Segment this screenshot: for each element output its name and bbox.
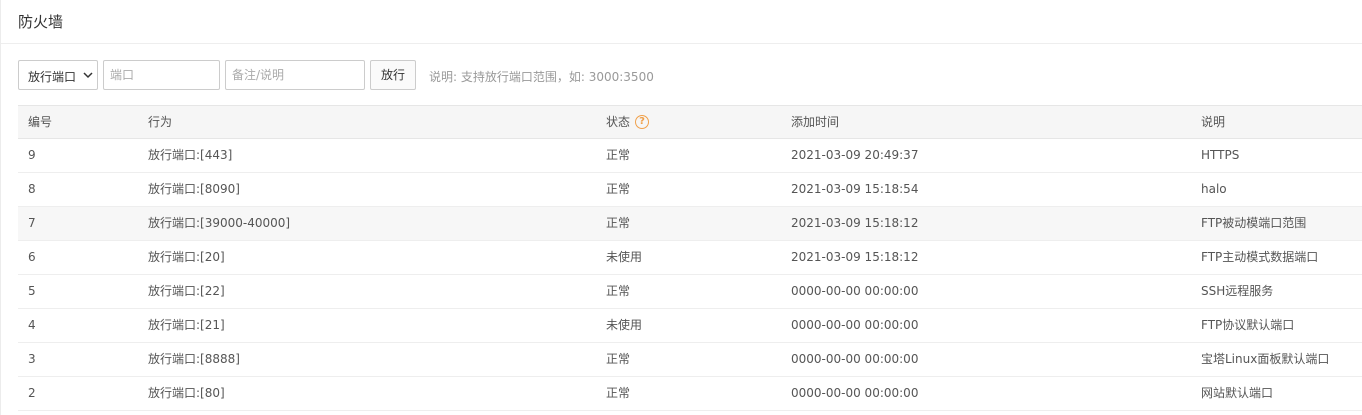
table-row[interactable]: 6 放行端口:[20] 未使用 2021-03-09 15:18:12 FTP主动模式数…: [18, 241, 1362, 275]
cell-added-time: 0000-00-00 00:00:00: [791, 284, 919, 298]
cell-status: 正常: [606, 216, 631, 230]
cell-id: 5: [28, 284, 36, 298]
cell-note: FTP被动模端口范围: [1201, 216, 1307, 230]
cell-note: FTP主动模式数据端口: [1201, 250, 1319, 264]
table-row[interactable]: 7 放行端口:[39000-40000] 正常 2021-03-09 15:18:12…: [18, 207, 1362, 241]
cell-id: 8: [28, 182, 36, 196]
cell-status: 正常: [606, 148, 631, 162]
cell-added-time: 2021-03-09 15:18:54: [791, 182, 919, 196]
cell-added-time: 0000-00-00 00:00:00: [791, 352, 919, 366]
action-select[interactable]: 放行端口: [18, 60, 98, 90]
cell-action: 放行端口:[22]: [148, 284, 225, 298]
cell-id: 7: [28, 216, 36, 230]
column-header-note: 说明: [1201, 115, 1226, 129]
cell-action: 放行端口:[39000-40000]: [148, 216, 291, 230]
table-row[interactable]: 8 放行端口:[8090] 正常 2021-03-09 15:18:54 halo: [18, 173, 1362, 207]
port-input[interactable]: [103, 60, 220, 90]
cell-action: 放行端口:[80]: [148, 386, 225, 400]
hint-text: 说明: 支持放行端口范围，如: 3000:3500: [429, 70, 654, 84]
table-body: 9 放行端口:[443] 正常 2021-03-09 20:49:37 HTTPS 8 放行…: [18, 139, 1362, 411]
column-header-action: 行为: [148, 115, 173, 129]
cell-status: 未使用: [606, 318, 643, 332]
page-title: 防火墙: [18, 13, 64, 31]
table-row[interactable]: 2 放行端口:[80] 正常 0000-00-00 00:00:00 网站默认端口: [18, 377, 1362, 411]
cell-id: 2: [28, 386, 36, 400]
cell-note: halo: [1201, 182, 1227, 196]
allow-button[interactable]: 放行: [370, 60, 416, 90]
cell-id: 9: [28, 148, 36, 162]
table-row[interactable]: 9 放行端口:[443] 正常 2021-03-09 20:49:37 HTTPS: [18, 139, 1362, 173]
cell-action: 放行端口:[21]: [148, 318, 225, 332]
cell-action: 放行端口:[8888]: [148, 352, 240, 366]
cell-status: 正常: [606, 386, 631, 400]
cell-status: 正常: [606, 284, 631, 298]
status-help-icon[interactable]: ?: [635, 115, 649, 129]
cell-added-time: 2021-03-09 15:18:12: [791, 216, 919, 230]
table-row[interactable]: 4 放行端口:[21] 未使用 0000-00-00 00:00:00 FTP协议默认端…: [18, 309, 1362, 343]
cell-note: HTTPS: [1201, 148, 1240, 162]
cell-added-time: 2021-03-09 15:18:12: [791, 250, 919, 264]
cell-added-time: 2021-03-09 20:49:37: [791, 148, 919, 162]
table-row[interactable]: 3 放行端口:[8888] 正常 0000-00-00 00:00:00 宝塔Linux…: [18, 343, 1362, 377]
table-row[interactable]: 5 放行端口:[22] 正常 0000-00-00 00:00:00 SSH远程服务: [18, 275, 1362, 309]
column-header-id: 编号: [28, 115, 53, 129]
cell-status: 未使用: [606, 250, 643, 264]
note-input[interactable]: [225, 60, 365, 90]
cell-added-time: 0000-00-00 00:00:00: [791, 318, 919, 332]
column-header-status: 状态: [606, 115, 631, 129]
cell-id: 3: [28, 352, 36, 366]
cell-action: 放行端口:[443]: [148, 148, 233, 162]
rule-toolbar: 放行端口 放行 说明: 支持放行端口范围，如: 3000:3500: [18, 60, 1318, 90]
firewall-panel: 防火墙 放行端口 放行 说明: 支持放行端口范围，如: 3000:3500 编号…: [0, 0, 1362, 415]
cell-action: 放行端口:[8090]: [148, 182, 240, 196]
cell-note: 宝塔Linux面板默认端口: [1201, 352, 1330, 366]
action-select-value: 放行端口: [28, 70, 77, 84]
cell-action: 放行端口:[20]: [148, 250, 225, 264]
cell-note: SSH远程服务: [1201, 284, 1274, 298]
cell-note: FTP协议默认端口: [1201, 318, 1295, 332]
cell-status: 正常: [606, 182, 631, 196]
cell-added-time: 0000-00-00 00:00:00: [791, 386, 919, 400]
chevron-down-icon: [83, 72, 93, 79]
cell-note: 网站默认端口: [1201, 386, 1274, 400]
firewall-rules-table: 编号 行为 状态 ? 添加时间 说明 9 放行端口:[443] 正常 2021-03-…: [18, 105, 1362, 411]
column-header-added-time: 添加时间: [791, 115, 840, 129]
cell-id: 4: [28, 318, 36, 332]
panel-header: 防火墙: [1, 0, 1362, 44]
cell-status: 正常: [606, 352, 631, 366]
table-header: 编号 行为 状态 ? 添加时间 说明: [18, 105, 1362, 139]
cell-id: 6: [28, 250, 36, 264]
